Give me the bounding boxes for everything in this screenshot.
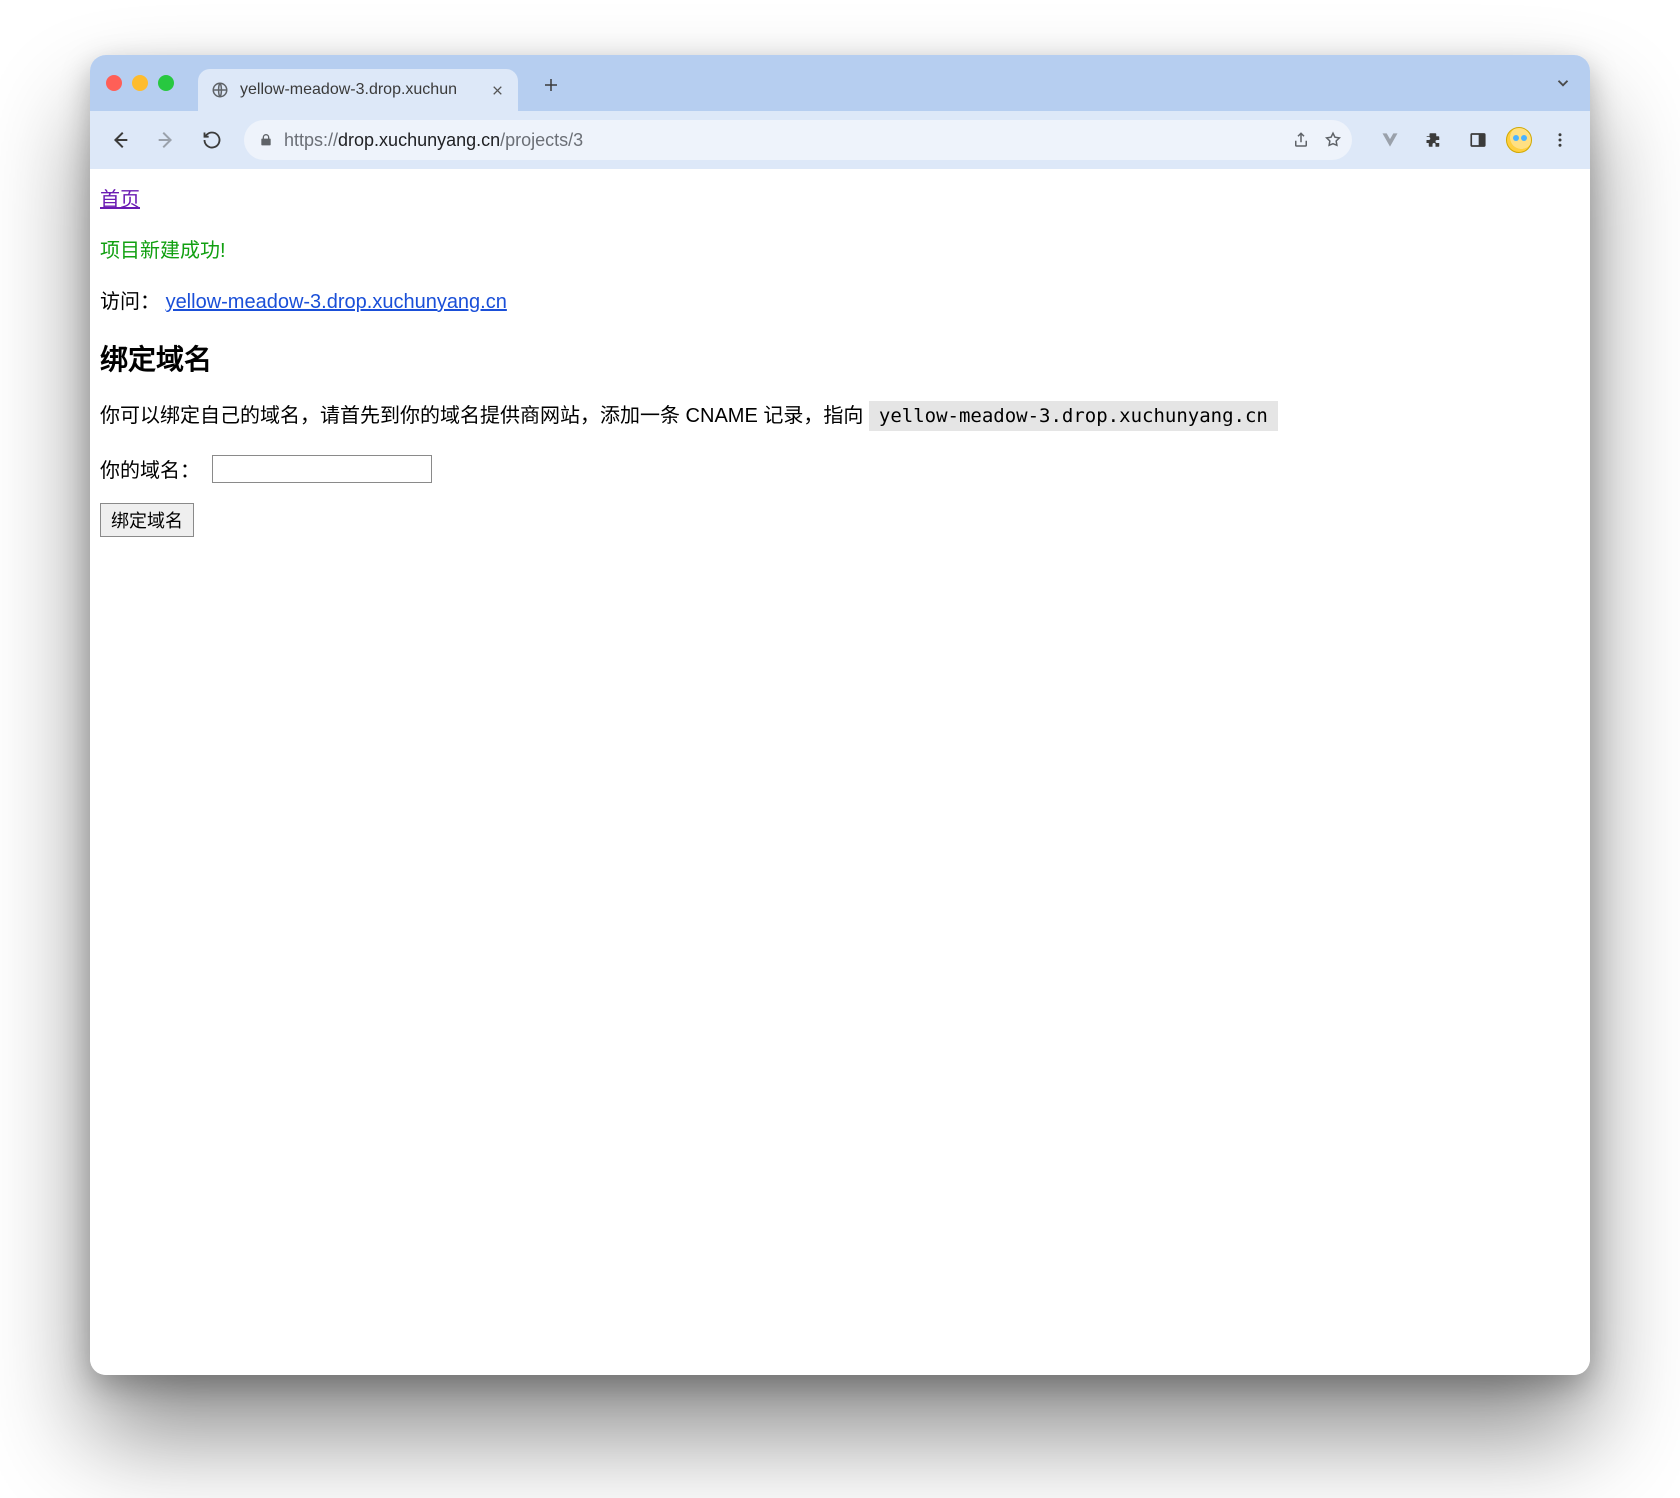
domain-input[interactable] <box>212 455 432 483</box>
back-button[interactable] <box>100 120 140 160</box>
browser-window: yellow-meadow-3.drop.xuchun htt <box>90 55 1590 1375</box>
visit-label: 访问： <box>100 291 160 313</box>
share-icon[interactable] <box>1292 131 1310 149</box>
close-icon[interactable] <box>488 81 506 99</box>
domain-form-row: 你的域名： <box>100 454 1580 483</box>
project-url-link[interactable]: yellow-meadow-3.drop.xuchunyang.cn <box>166 291 507 313</box>
browser-toolbar: https://drop.xuchunyang.cn/projects/3 <box>90 111 1590 169</box>
cname-target-code: yellow-meadow-3.drop.xuchunyang.cn <box>869 401 1278 431</box>
page-content: 首页 项目新建成功! 访问： yellow-meadow-3.drop.xuch… <box>90 169 1590 1375</box>
bind-domain-button[interactable]: 绑定域名 <box>100 503 194 537</box>
url-text: https://drop.xuchunyang.cn/projects/3 <box>284 130 1282 151</box>
tab-strip: yellow-meadow-3.drop.xuchun <box>90 55 1590 111</box>
browser-tab[interactable]: yellow-meadow-3.drop.xuchun <box>198 69 518 111</box>
forward-button[interactable] <box>146 120 186 160</box>
bind-domain-heading: 绑定域名 <box>100 338 1580 378</box>
profile-avatar[interactable] <box>1502 120 1536 160</box>
lock-icon <box>258 132 274 148</box>
side-panel-icon[interactable] <box>1458 120 1498 160</box>
visit-line: 访问： yellow-meadow-3.drop.xuchunyang.cn <box>100 285 1580 314</box>
tab-title: yellow-meadow-3.drop.xuchun <box>240 81 478 99</box>
toolbar-right-icons <box>1370 120 1580 160</box>
window-close-button[interactable] <box>106 75 122 91</box>
kebab-menu-icon[interactable] <box>1540 120 1580 160</box>
success-message: 项目新建成功! <box>100 234 1580 263</box>
url-host: drop.xuchunyang.cn <box>338 130 500 150</box>
window-maximize-button[interactable] <box>158 75 174 91</box>
bookmark-star-icon[interactable] <box>1324 131 1342 149</box>
address-bar[interactable]: https://drop.xuchunyang.cn/projects/3 <box>244 120 1352 160</box>
instruction-text: 你可以绑定自己的域名，请首先到你的域名提供商网站，添加一条 CNAME 记录，指… <box>100 405 869 427</box>
home-link[interactable]: 首页 <box>100 189 140 211</box>
domain-label: 你的域名： <box>100 454 200 483</box>
extension-vue-icon[interactable] <box>1370 120 1410 160</box>
reload-button[interactable] <box>192 120 232 160</box>
new-tab-button[interactable] <box>534 68 568 102</box>
extensions-icon[interactable] <box>1414 120 1454 160</box>
globe-icon <box>210 80 230 100</box>
window-controls <box>106 75 174 91</box>
url-path: /projects/3 <box>500 130 583 150</box>
cname-instruction: 你可以绑定自己的域名，请首先到你的域名提供商网站，添加一条 CNAME 记录，指… <box>100 400 1580 432</box>
chevron-down-icon[interactable] <box>1554 74 1572 92</box>
window-minimize-button[interactable] <box>132 75 148 91</box>
url-scheme: https:// <box>284 130 338 150</box>
